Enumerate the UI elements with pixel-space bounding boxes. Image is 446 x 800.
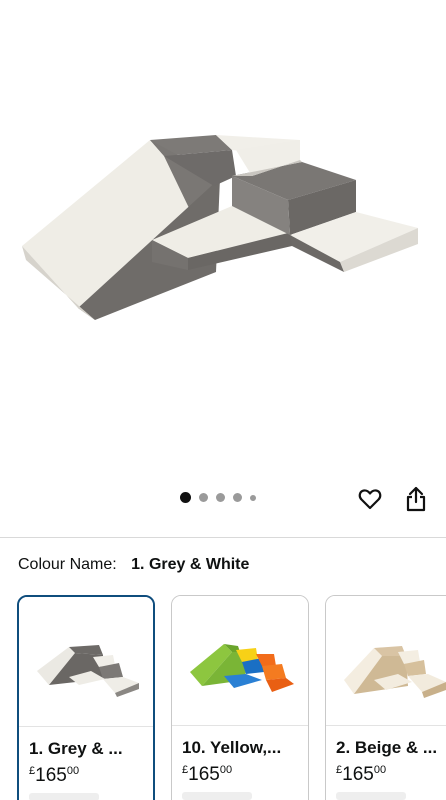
swatch-extra-info [182, 792, 252, 800]
swatch-thumbnail [326, 596, 446, 726]
gallery-dot-4[interactable] [233, 493, 242, 502]
gallery-dot-5[interactable] [250, 494, 256, 501]
swatch-name: 2. Beige & ... [336, 738, 438, 757]
swatch-price: £16500 [182, 764, 233, 785]
swatch-card-beige[interactable]: 2. Beige & ... £16500 [325, 595, 446, 800]
swatch-card-yellow[interactable]: 10. Yellow,... £16500 [171, 595, 309, 800]
share-button[interactable] [403, 485, 429, 513]
swatch-name: 1. Grey & ... [29, 739, 123, 758]
colour-label: Colour Name: [18, 556, 117, 573]
product-image [22, 135, 418, 320]
swatch-extra-info [336, 792, 406, 800]
product-image-gallery[interactable] [0, 0, 446, 470]
swatch-thumbnail [172, 596, 308, 726]
selected-colour: 1. Grey & White [131, 556, 250, 573]
swatch-extra-info [29, 793, 99, 800]
section-divider [0, 537, 446, 538]
gallery-pagination[interactable] [180, 492, 256, 503]
gallery-dot-1[interactable] [180, 492, 191, 503]
swatch-price: £16500 [29, 765, 80, 786]
share-icon [406, 486, 426, 512]
colour-selection: Colour Name: 1. Grey & White [18, 556, 249, 574]
gallery-dot-3[interactable] [216, 493, 225, 502]
favourite-button[interactable] [357, 485, 383, 513]
swatch-price: £16500 [336, 764, 387, 785]
swatch-name: 10. Yellow,... [182, 738, 282, 757]
heart-icon [358, 489, 382, 510]
swatch-card-grey-white[interactable]: 1. Grey & ... £16500 [17, 595, 155, 800]
gallery-dot-2[interactable] [199, 493, 208, 502]
swatch-thumbnail [19, 597, 153, 727]
